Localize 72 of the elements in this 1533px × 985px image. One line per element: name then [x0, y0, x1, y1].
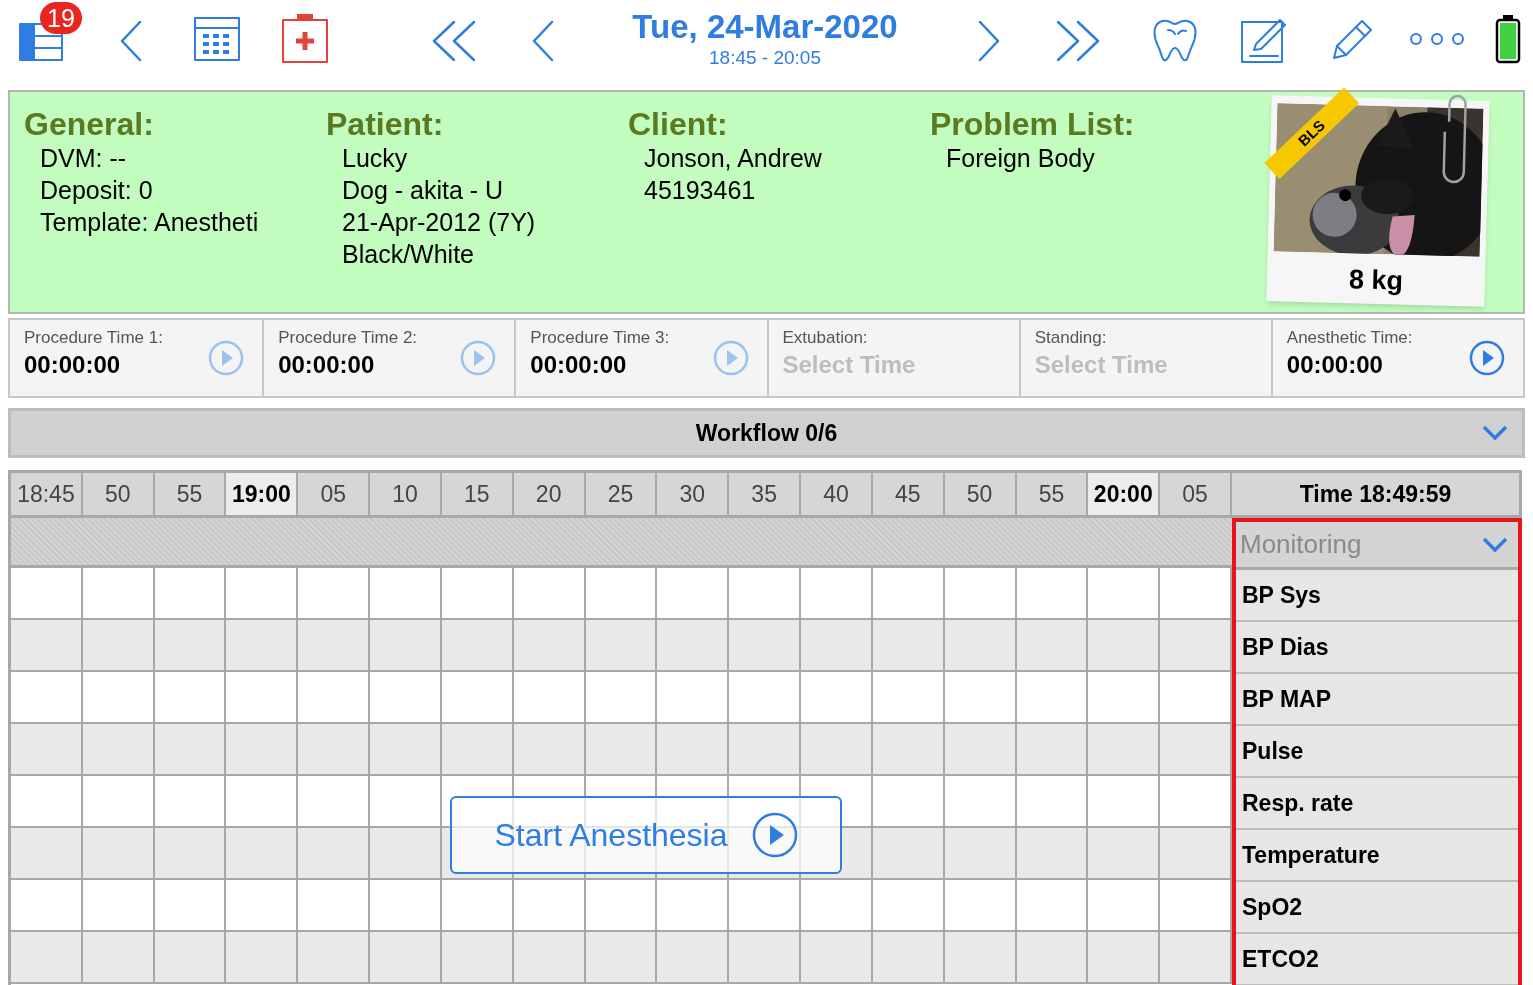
parameter-label: SpO2	[1242, 892, 1303, 922]
time-column-header: 40	[801, 473, 873, 515]
timer-cell[interactable]: Procedure Time 1: 00:00:00	[10, 320, 263, 396]
medical-kit-icon[interactable]	[281, 12, 329, 64]
timer-label: Extubation:	[782, 328, 869, 348]
patient-line: Black/White	[341, 239, 475, 270]
parameter-label: BP Sys	[1242, 580, 1321, 610]
double-back-icon[interactable]	[430, 18, 478, 64]
timer-label: Procedure Time 3:	[530, 328, 671, 348]
timer-value: 00:00:00	[24, 350, 121, 380]
weight-label: 8 kg	[1348, 263, 1404, 298]
timer-label: Standing:	[1034, 328, 1108, 348]
chevron-down-icon[interactable]	[1482, 425, 1508, 441]
workflow-label: Workflow 0/6	[695, 418, 838, 448]
time-column-header: 50	[82, 473, 155, 515]
general-line: Template: Anestheti	[39, 207, 259, 238]
patient-line: Lucky	[341, 143, 409, 174]
current-time: Time 18:49:59	[1232, 470, 1522, 518]
monitoring-title: Monitoring	[1240, 528, 1362, 561]
time-column-header: 50	[944, 473, 1017, 515]
battery-icon	[1495, 14, 1521, 64]
general-line: DVM: --	[39, 143, 128, 174]
client-heading: Client:	[628, 106, 729, 142]
patient-heading: Patient:	[326, 106, 445, 142]
time-range: 18:45 - 20:05	[709, 46, 821, 70]
timer-label: Procedure Time 2:	[278, 328, 419, 348]
patient-line: 21-Apr-2012 (7Y)	[341, 207, 536, 238]
timer-value: 00:00:00	[1286, 350, 1383, 380]
time-column-header: 30	[657, 473, 730, 515]
grid-list-button[interactable]: 19	[18, 2, 80, 62]
time-column-header: 20:00	[1088, 473, 1161, 515]
timer-value: 00:00:00	[530, 350, 627, 380]
timeline-grid[interactable]	[11, 568, 1232, 984]
timer-label: Anesthetic Time:	[1286, 328, 1414, 348]
time-column-header: 45	[872, 473, 945, 515]
chevron-down-icon[interactable]	[1482, 536, 1508, 553]
time-column-header: 19:00	[226, 473, 299, 515]
time-column-header: 05	[298, 473, 371, 515]
date-title[interactable]: Tue, 24-Mar-2020	[632, 8, 898, 46]
time-column-header: 20	[513, 473, 586, 515]
time-column-header: 10	[370, 473, 442, 515]
timer-cell[interactable]: Procedure Time 3: 00:00:00	[514, 320, 767, 396]
play-icon[interactable]	[1469, 340, 1505, 376]
client-line: 45193461	[643, 175, 757, 206]
double-forward-icon[interactable]	[1054, 18, 1102, 64]
timer-label: Procedure Time 1:	[24, 328, 164, 348]
more-icon[interactable]	[1410, 32, 1464, 46]
parameter-label: ETCO2	[1242, 944, 1319, 974]
time-column-header: 35	[729, 473, 802, 515]
parameter-label: Pulse	[1242, 736, 1304, 766]
time-column-header: 15	[441, 473, 514, 515]
timer-cell[interactable]: Procedure Time 2: 00:00:00	[262, 320, 515, 396]
time-column-header: 18:45	[11, 473, 83, 515]
notification-badge: 19	[40, 2, 82, 34]
parameter-label: BP MAP	[1242, 684, 1332, 714]
problem-list-line: Foreign Body	[945, 143, 1096, 174]
general-heading: General:	[24, 106, 155, 142]
calendar-icon[interactable]	[193, 16, 241, 62]
parameter-label: Temperature	[1242, 840, 1380, 870]
time-column-header: 25	[585, 473, 658, 515]
parameter-label: Resp. rate	[1242, 788, 1354, 818]
parameter-label: BP Dias	[1242, 632, 1329, 662]
edit-note-icon[interactable]	[1240, 16, 1288, 64]
timer-value: 00:00:00	[278, 350, 375, 380]
play-icon	[751, 812, 798, 858]
client-line: Jonson, Andrew	[643, 143, 822, 174]
workflow-bar[interactable]: Workflow 0/6	[8, 408, 1525, 458]
start-anesthesia-button[interactable]: Start Anesthesia	[450, 796, 842, 874]
general-line: Deposit: 0	[39, 175, 154, 206]
patient-line: Dog - akita - U	[341, 175, 505, 206]
timer-cell[interactable]: Anesthetic Time: 00:00:00	[1270, 320, 1523, 396]
problem-list-heading: Problem List:	[930, 106, 1135, 142]
